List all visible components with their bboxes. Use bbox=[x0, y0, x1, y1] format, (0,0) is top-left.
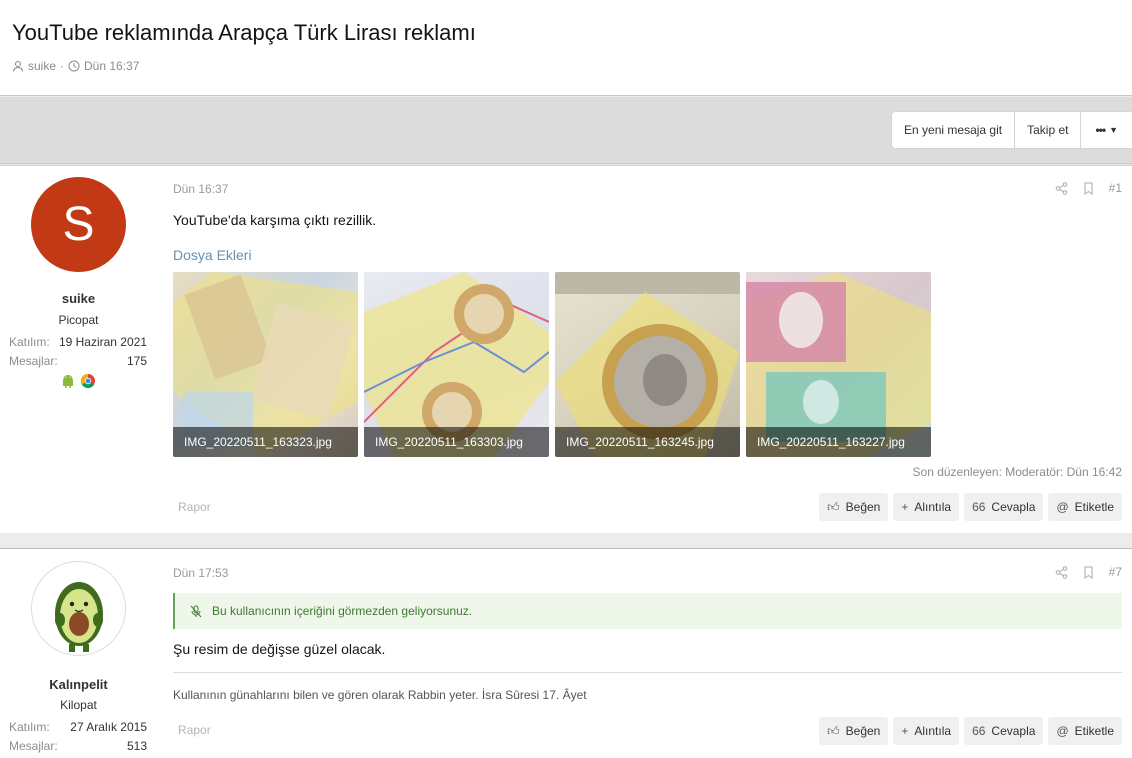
signature: Kullanının günahlarını bilen ve gören ol… bbox=[173, 688, 587, 702]
post-number[interactable]: #7 bbox=[1109, 565, 1122, 579]
post-actions: #1 bbox=[1055, 181, 1122, 195]
quote-label: Alıntıla bbox=[914, 500, 952, 514]
plus-icon: + bbox=[901, 724, 909, 738]
attachments-title: Dosya Ekleri bbox=[173, 247, 252, 263]
username[interactable]: Kalınpelit bbox=[0, 677, 157, 692]
joined-label: Katılım: bbox=[9, 335, 50, 349]
post-reaction-bar: 👍︎ Beğen + Alıntıla 66 Cevapla @ Etiketle bbox=[819, 493, 1122, 521]
joined-value: 27 Aralık 2015 bbox=[70, 720, 147, 734]
avatar-letter: S bbox=[62, 198, 95, 251]
attachment-filename: IMG_20220511_163303.jpg bbox=[364, 427, 549, 457]
post-text: YouTube'da karşıma çıktı rezillik. bbox=[173, 212, 377, 228]
report-link[interactable]: Rapor bbox=[178, 723, 211, 737]
avocado-avatar-icon bbox=[55, 582, 103, 652]
more-options-button[interactable]: ••• ▼ bbox=[1081, 112, 1132, 148]
thumbs-up-icon: 👍︎ bbox=[827, 723, 840, 738]
attachment-thumbnail[interactable]: IMG_20220511_163245.jpg bbox=[555, 272, 740, 457]
post-text: Şu resim de değişse güzel olacak. bbox=[173, 641, 386, 657]
attachment-filename: IMG_20220511_163323.jpg bbox=[173, 427, 358, 457]
reply-label: Cevapla bbox=[991, 724, 1036, 738]
ignore-notice: Bu kullanıcının içeriğini görmezden geli… bbox=[173, 593, 1122, 629]
follow-button[interactable]: Takip et bbox=[1015, 112, 1082, 148]
meta-separator: · bbox=[60, 59, 65, 73]
user-agent-icons bbox=[60, 373, 96, 389]
post-user-cell: Kalınpelit Kilopat Katılım: 27 Aralık 20… bbox=[0, 549, 157, 758]
avatar[interactable]: S bbox=[31, 177, 126, 272]
reply-button[interactable]: 66 Cevapla bbox=[964, 493, 1044, 521]
thread-meta: suike · Dün 16:37 bbox=[12, 59, 139, 73]
post-1: S suike Picopat Katılım: 19 Haziran 2021… bbox=[0, 165, 1132, 533]
attachment-thumbnail[interactable]: IMG_20220511_163227.jpg bbox=[746, 272, 931, 457]
latest-message-button[interactable]: En yeni mesaja git bbox=[892, 112, 1016, 148]
post-7: Kalınpelit Kilopat Katılım: 27 Aralık 20… bbox=[0, 548, 1132, 758]
tag-label: Etiketle bbox=[1074, 724, 1114, 738]
attachment-list: IMG_20220511_163323.jpg IMG_20220511_163… bbox=[173, 272, 931, 457]
chrome-icon bbox=[80, 373, 96, 389]
post-date[interactable]: Dün 16:37 bbox=[173, 182, 228, 196]
post-user-cell: S suike Picopat Katılım: 19 Haziran 2021… bbox=[0, 166, 157, 533]
more-dots-icon: ••• bbox=[1095, 123, 1106, 137]
quote-label: Alıntıla bbox=[914, 724, 952, 738]
bookmark-icon[interactable] bbox=[1082, 182, 1095, 195]
thread-button-group: En yeni mesaja git Takip et ••• ▼ bbox=[891, 111, 1132, 149]
quote-marks-icon: 66 bbox=[972, 500, 986, 514]
reply-label: Cevapla bbox=[991, 500, 1036, 514]
joined-value: 19 Haziran 2021 bbox=[58, 335, 147, 349]
messages-label: Mesajlar: bbox=[9, 739, 58, 753]
share-icon[interactable] bbox=[1055, 181, 1068, 195]
attachment-thumbnail[interactable]: IMG_20220511_163323.jpg bbox=[173, 272, 358, 457]
report-link[interactable]: Rapor bbox=[178, 500, 211, 514]
post-date[interactable]: Dün 17:53 bbox=[173, 566, 228, 580]
tag-button[interactable]: @ Etiketle bbox=[1048, 717, 1122, 745]
reply-button[interactable]: 66 Cevapla bbox=[964, 717, 1044, 745]
joined-label: Katılım: bbox=[9, 720, 50, 734]
tag-button[interactable]: @ Etiketle bbox=[1048, 493, 1122, 521]
user-icon bbox=[13, 61, 23, 72]
user-title: Kilopat bbox=[60, 698, 97, 712]
quote-marks-icon: 66 bbox=[972, 724, 986, 738]
muted-microphone-icon bbox=[190, 605, 202, 617]
chevron-down-icon: ▼ bbox=[1109, 125, 1118, 135]
messages-value: 175 bbox=[126, 354, 147, 368]
signature-divider bbox=[173, 672, 1122, 673]
username[interactable]: suike bbox=[0, 291, 157, 306]
quote-button[interactable]: + Alıntıla bbox=[893, 493, 960, 521]
thread-toolbar: En yeni mesaja git Takip et ••• ▼ bbox=[0, 97, 1132, 164]
android-icon bbox=[60, 373, 76, 389]
thread-author[interactable]: suike bbox=[28, 59, 56, 73]
user-title: Picopat bbox=[58, 313, 99, 327]
like-button[interactable]: 👍︎ Beğen bbox=[819, 493, 889, 521]
post-number[interactable]: #1 bbox=[1109, 181, 1122, 195]
plus-icon: + bbox=[901, 500, 909, 514]
like-label: Beğen bbox=[845, 500, 881, 514]
clock-icon bbox=[68, 60, 80, 72]
avatar[interactable] bbox=[31, 561, 126, 656]
post-actions: #7 bbox=[1055, 565, 1122, 579]
share-icon[interactable] bbox=[1055, 565, 1068, 579]
post-separator bbox=[0, 533, 1132, 548]
messages-value: 513 bbox=[126, 739, 147, 753]
post-reaction-bar: 👍︎ Beğen + Alıntıla 66 Cevapla @ Etiketle bbox=[819, 717, 1122, 745]
user-joined: Katılım: 19 Haziran 2021 bbox=[9, 335, 147, 349]
like-button[interactable]: 👍︎ Beğen bbox=[819, 717, 889, 745]
thumbs-up-icon: 👍︎ bbox=[827, 499, 840, 514]
quote-button[interactable]: + Alıntıla bbox=[893, 717, 960, 745]
page-title: YouTube reklamında Arapça Türk Lirası re… bbox=[12, 20, 476, 45]
messages-label: Mesajlar: bbox=[9, 354, 58, 368]
tag-label: Etiketle bbox=[1074, 500, 1114, 514]
attachment-thumbnail[interactable]: IMG_20220511_163303.jpg bbox=[364, 272, 549, 457]
thread-date[interactable]: Dün 16:37 bbox=[84, 59, 139, 73]
edited-note: Son düzenleyen: Moderatör: Dün 16:42 bbox=[912, 465, 1122, 479]
attachment-filename: IMG_20220511_163227.jpg bbox=[746, 427, 931, 457]
ignore-notice-text: Bu kullanıcının içeriğini görmezden geli… bbox=[212, 604, 473, 618]
user-messages: Mesajlar: 513 bbox=[9, 739, 147, 753]
like-label: Beğen bbox=[845, 724, 881, 738]
thread-header: YouTube reklamında Arapça Türk Lirası re… bbox=[0, 0, 1132, 96]
user-messages: Mesajlar: 175 bbox=[9, 354, 147, 368]
at-icon: @ bbox=[1056, 500, 1069, 514]
at-icon: @ bbox=[1056, 724, 1069, 738]
user-joined: Katılım: 27 Aralık 2015 bbox=[9, 720, 147, 734]
attachment-filename: IMG_20220511_163245.jpg bbox=[555, 427, 740, 457]
bookmark-icon[interactable] bbox=[1082, 566, 1095, 579]
